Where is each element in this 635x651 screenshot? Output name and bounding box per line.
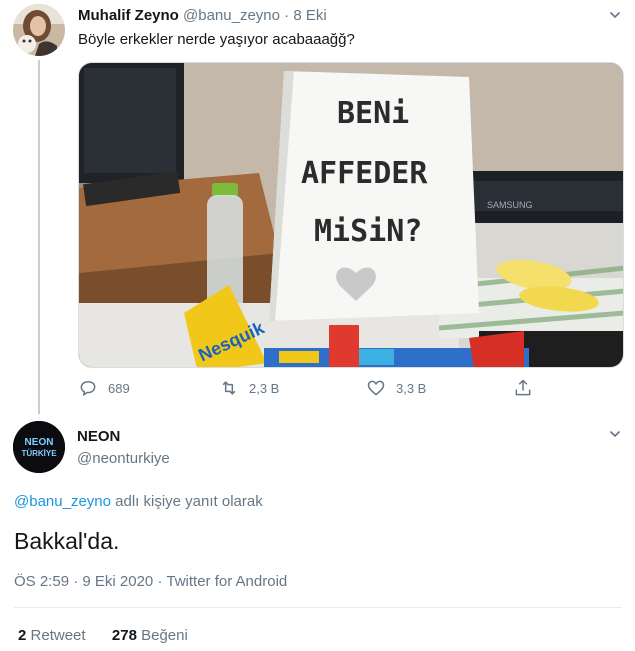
replying-to: @banu_zeyno adlı kişiye yanıt olarak	[14, 493, 263, 510]
tweet-text: Bakkal'da.	[14, 528, 120, 554]
tweet-stats: 2 Retweet 278 Beğeni	[18, 627, 188, 644]
author-name[interactable]: NEON	[77, 428, 120, 445]
avatar-text-top: NEON	[25, 437, 54, 448]
avatar[interactable]	[13, 4, 65, 56]
like-label: Beğeni	[141, 627, 188, 644]
tweet-actions: 689 2,3 B 3,3 B	[78, 378, 598, 402]
author-handle[interactable]: @neonturkiye	[77, 450, 170, 467]
retweets-stat[interactable]: 2 Retweet	[18, 627, 86, 644]
dot-separator: ·	[284, 7, 290, 24]
tweet-metadata: ÖS 2:59 · 9 Eki 2020 · Twitter for Andro…	[14, 573, 287, 590]
sign-line-2: AFFEDER	[301, 156, 428, 191]
monitor-brand: SAMSUNG	[487, 200, 533, 210]
reply-icon	[80, 380, 96, 397]
retweet-total: 2	[18, 627, 27, 644]
tweet-time[interactable]: ÖS 2:59	[14, 573, 69, 590]
reply-count: 689	[108, 380, 130, 396]
dot-separator: ·	[73, 573, 79, 590]
replying-to-suffix: adlı kişiye yanıt olarak	[110, 493, 263, 510]
replying-to-handle[interactable]: @banu_zeyno	[14, 493, 111, 510]
retweet-action[interactable]: 2,3 B	[219, 378, 279, 398]
tweet-date[interactable]: 9 Eki 2020	[82, 573, 153, 590]
share-icon	[515, 379, 531, 396]
reply-action[interactable]: 689	[78, 378, 130, 398]
divider	[14, 607, 622, 608]
sign-line-3: MiSiN?	[314, 214, 422, 249]
avatar[interactable]: NEON TÜRKİYE	[13, 421, 65, 473]
retweet-icon	[222, 381, 236, 395]
chevron-down-icon[interactable]	[609, 9, 621, 21]
like-count: 3,3 B	[396, 380, 427, 396]
tweet-photo[interactable]: SAMSUNG BENi AFFEDER MiSiN? Nesquik	[78, 62, 624, 368]
tweet-date[interactable]: 8 Eki	[293, 7, 326, 24]
retweet-label: Retweet	[30, 627, 86, 644]
like-action[interactable]: 3,3 B	[366, 378, 426, 398]
dot-separator: ·	[157, 573, 163, 590]
author-handle[interactable]: @banu_zeyno	[183, 7, 280, 24]
like-total: 278	[111, 627, 137, 644]
share-action[interactable]	[513, 378, 533, 398]
tweet-text: Böyle erkekler nerde yaşıyor acabaaağğ?	[78, 31, 355, 48]
heart-icon	[367, 380, 385, 396]
chevron-down-icon[interactable]	[609, 428, 621, 440]
parent-tweet[interactable]: Muhalif Zeyno @banu_zeyno · 8 Eki Böyle …	[0, 0, 635, 414]
sign-line-1: BENi	[337, 96, 409, 131]
likes-stat[interactable]: 278 Beğeni	[112, 627, 188, 644]
tweet-header: Muhalif Zeyno @banu_zeyno · 8 Eki	[78, 7, 327, 24]
retweet-count: 2,3 B	[249, 380, 280, 396]
avatar-text-bottom: TÜRKİYE	[21, 449, 57, 458]
author-name[interactable]: Muhalif Zeyno	[78, 7, 179, 24]
tweet-source[interactable]: Twitter for Android	[166, 573, 287, 590]
